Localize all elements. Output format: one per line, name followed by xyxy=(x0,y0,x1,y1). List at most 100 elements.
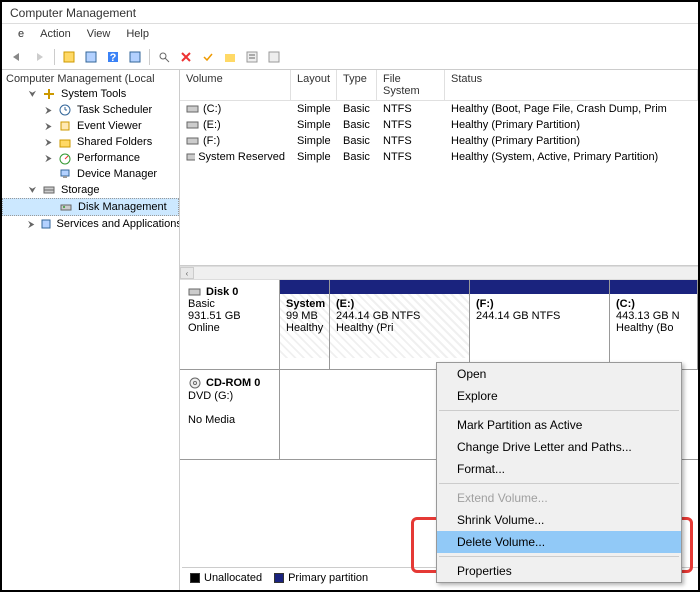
help-icon[interactable]: ? xyxy=(103,47,123,67)
col-status[interactable]: Status xyxy=(445,70,698,100)
properties-icon[interactable] xyxy=(81,47,101,67)
ctx-mark-active[interactable]: Mark Partition as Active xyxy=(437,414,681,436)
cdrom-status: No Media xyxy=(188,414,271,426)
ctx-shrink[interactable]: Shrink Volume... xyxy=(437,509,681,531)
back-icon[interactable] xyxy=(8,47,28,67)
tree-label: Disk Management xyxy=(78,201,167,213)
find-icon[interactable] xyxy=(154,47,174,67)
ctx-change-drive[interactable]: Change Drive Letter and Paths... xyxy=(437,436,681,458)
part-size: 443.13 GB N xyxy=(616,310,691,322)
device-icon xyxy=(57,167,73,181)
volume-row[interactable]: System Reserved Simple Basic NTFS Health… xyxy=(180,149,698,165)
col-filesystem[interactable]: File System xyxy=(377,70,445,100)
tree-event-viewer[interactable]: ⮞ Event Viewer xyxy=(2,118,179,134)
vol-status: Healthy (System, Active, Primary Partiti… xyxy=(445,150,698,164)
detail-icon[interactable] xyxy=(264,47,284,67)
expand-icon[interactable]: ⮞ xyxy=(44,138,53,147)
legend-primary: Primary partition xyxy=(274,572,368,584)
tree-label: Performance xyxy=(77,152,140,164)
delete-icon[interactable] xyxy=(176,47,196,67)
disk-name: Disk 0 xyxy=(206,286,238,298)
col-type[interactable]: Type xyxy=(337,70,377,100)
expand-icon[interactable]: ⮞ xyxy=(44,122,53,131)
context-menu: Open Explore Mark Partition as Active Ch… xyxy=(436,362,682,583)
tree-label: Device Manager xyxy=(77,168,157,180)
clock-icon xyxy=(57,103,73,117)
cdrom-info[interactable]: CD-ROM 0 DVD (G:) No Media xyxy=(180,370,280,459)
tree-system-tools[interactable]: ⮟ System Tools xyxy=(2,86,179,102)
tree-panel: Computer Management (Local ⮟ System Tool… xyxy=(2,70,180,590)
vol-type: Basic xyxy=(337,118,377,132)
ctx-open[interactable]: Open xyxy=(437,363,681,385)
tree-shared-folders[interactable]: ⮞ Shared Folders xyxy=(2,134,179,150)
tree-services[interactable]: ⮞ Services and Applications xyxy=(2,216,179,232)
menu-action[interactable]: Action xyxy=(32,27,79,41)
ctx-format[interactable]: Format... xyxy=(437,458,681,480)
disk0-info[interactable]: Disk 0 Basic 931.51 GB Online xyxy=(180,280,280,369)
volume-table: Volume Layout Type File System Status (C… xyxy=(180,70,698,266)
tree-performance[interactable]: ⮞ Performance xyxy=(2,150,179,166)
partition-f[interactable]: (F:) 244.14 GB NTFS xyxy=(470,280,610,369)
services-icon xyxy=(39,217,53,231)
check-icon[interactable] xyxy=(198,47,218,67)
volume-row[interactable]: (E:) Simple Basic NTFS Healthy (Primary … xyxy=(180,117,698,133)
part-size: 244.14 GB NTFS xyxy=(476,310,603,322)
view-icon[interactable] xyxy=(125,47,145,67)
cdrom-name: CD-ROM 0 xyxy=(206,377,260,389)
disk0-partitions: System 99 MB Healthy (E:) 244.14 GB NTFS… xyxy=(280,280,698,369)
vol-type: Basic xyxy=(337,150,377,164)
disk-size: 931.51 GB xyxy=(188,310,271,322)
vol-status: Healthy (Boot, Page File, Crash Dump, Pr… xyxy=(445,102,698,116)
expand-icon[interactable]: ⮟ xyxy=(28,186,37,195)
partition-system[interactable]: System 99 MB Healthy xyxy=(280,280,330,369)
vol-fs: NTFS xyxy=(377,134,445,148)
part-label: System xyxy=(286,298,323,310)
volume-row[interactable]: (C:) Simple Basic NTFS Healthy (Boot, Pa… xyxy=(180,101,698,117)
volume-table-header: Volume Layout Type File System Status xyxy=(180,70,698,101)
folder-icon[interactable] xyxy=(220,47,240,67)
tree-storage[interactable]: ⮟ Storage xyxy=(2,182,179,198)
menu-view[interactable]: View xyxy=(79,27,119,41)
col-volume[interactable]: Volume xyxy=(180,70,291,100)
tree-label: Task Scheduler xyxy=(77,104,152,116)
partition-c[interactable]: (C:) 443.13 GB N Healthy (Bo xyxy=(610,280,698,369)
toolbar: ? xyxy=(2,44,698,70)
vol-name: (C:) xyxy=(203,103,221,115)
event-icon xyxy=(57,119,73,133)
tree-root[interactable]: Computer Management (Local xyxy=(2,72,179,86)
tree-disk-management[interactable]: ⮞ Disk Management xyxy=(2,198,179,216)
refresh-icon[interactable] xyxy=(59,47,79,67)
vol-layout: Simple xyxy=(291,150,337,164)
disk-icon xyxy=(58,200,74,214)
scroll-left-icon[interactable]: ‹ xyxy=(180,267,194,279)
forward-icon[interactable] xyxy=(30,47,50,67)
expand-icon[interactable]: ⮟ xyxy=(28,90,37,99)
expand-icon[interactable]: ⮞ xyxy=(44,106,53,115)
vol-status: Healthy (Primary Partition) xyxy=(445,118,698,132)
tree-device-manager[interactable]: ⮞ Device Manager xyxy=(2,166,179,182)
col-layout[interactable]: Layout xyxy=(291,70,337,100)
vol-layout: Simple xyxy=(291,118,337,132)
horizontal-scrollbar[interactable]: ‹ xyxy=(180,266,698,280)
titlebar: Computer Management xyxy=(2,2,698,24)
tree-label: Shared Folders xyxy=(77,136,152,148)
ctx-explore[interactable]: Explore xyxy=(437,385,681,407)
ctx-properties[interactable]: Properties xyxy=(437,560,681,582)
menu-file[interactable]: e xyxy=(10,27,32,41)
expand-icon[interactable]: ⮞ xyxy=(28,220,35,229)
list-icon[interactable] xyxy=(242,47,262,67)
part-status: Healthy (Bo xyxy=(616,322,691,334)
tree-label: Services and Applications xyxy=(57,218,180,230)
menubar: e Action View Help xyxy=(2,24,698,44)
expand-icon[interactable]: ⮞ xyxy=(44,154,53,163)
vol-fs: NTFS xyxy=(377,102,445,116)
tree-task-scheduler[interactable]: ⮞ Task Scheduler xyxy=(2,102,179,118)
window-title: Computer Management xyxy=(10,6,136,20)
volume-row[interactable]: (F:) Simple Basic NTFS Healthy (Primary … xyxy=(180,133,698,149)
menu-help[interactable]: Help xyxy=(118,27,157,41)
ctx-delete-volume[interactable]: Delete Volume... xyxy=(437,531,681,553)
tree-label: System Tools xyxy=(61,88,126,100)
partition-e[interactable]: (E:) 244.14 GB NTFS Healthy (Pri xyxy=(330,280,470,369)
part-size: 99 MB xyxy=(286,310,323,322)
vol-type: Basic xyxy=(337,102,377,116)
